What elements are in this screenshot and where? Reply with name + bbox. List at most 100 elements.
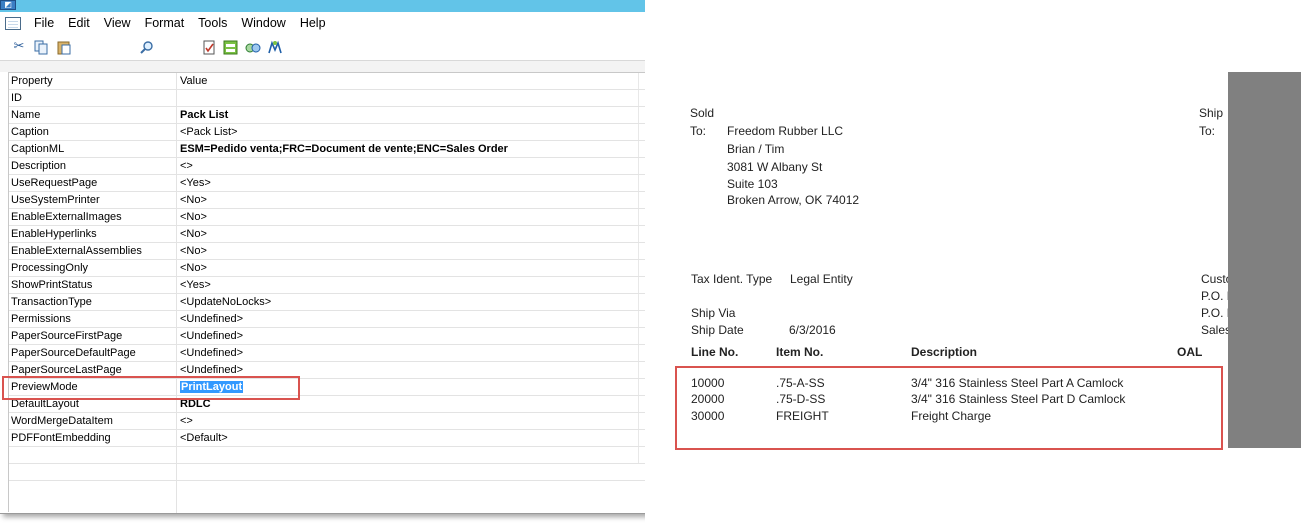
menu-bar: File Edit View Format Tools Window Help — [0, 13, 755, 33]
copy-icon[interactable] — [33, 39, 49, 55]
col-item-no: Item No. — [776, 345, 824, 359]
property-name: ShowPrintStatus — [11, 279, 93, 291]
property-column-header[interactable]: Property — [11, 73, 177, 89]
property-row-usesystemprinter[interactable]: UseSystemPrinter <No> — [9, 192, 754, 209]
property-name: UseSystemPrinter — [11, 194, 100, 206]
property-row-enableexternalimages[interactable]: EnableExternalImages <No> — [9, 209, 754, 226]
property-grid: Property Value ID Name Pack List Caption… — [8, 72, 754, 513]
empty-row — [9, 464, 754, 481]
property-name: PaperSourceDefaultPage — [11, 347, 136, 359]
property-row-captionml[interactable]: CaptionML ESM=Pedido venta;FRC=Document … — [9, 141, 754, 158]
property-row-description[interactable]: Description <> — [9, 158, 754, 175]
property-value[interactable]: <No> — [180, 192, 207, 208]
property-row-caption[interactable]: Caption <Pack List> — [9, 124, 754, 141]
menu-tools[interactable]: Tools — [191, 16, 234, 30]
menu-view[interactable]: View — [97, 16, 138, 30]
property-value[interactable]: <Yes> — [180, 277, 211, 293]
address-line: Broken Arrow, OK 74012 — [727, 193, 860, 207]
property-name: ID — [11, 92, 22, 104]
address-line: 3081 W Albany St — [727, 160, 823, 174]
tax-ident-label: Tax Ident. Type — [691, 272, 773, 286]
grid-header: Property Value — [9, 73, 754, 90]
property-row-papersourcefirstpage[interactable]: PaperSourceFirstPage <Undefined> — [9, 328, 754, 345]
previewmode-highlight-box — [2, 376, 300, 400]
col-description: Description — [911, 345, 978, 359]
sales-label: Sales — [1201, 323, 1232, 337]
property-value[interactable]: <> — [180, 158, 193, 174]
address-line: Brian / Tim — [727, 142, 785, 156]
property-row-showprintstatus[interactable]: ShowPrintStatus <Yes> — [9, 277, 754, 294]
property-value[interactable]: <No> — [180, 260, 207, 276]
property-value[interactable]: Pack List — [180, 107, 228, 123]
property-row-id[interactable]: ID — [9, 90, 754, 107]
ship-via-label: Ship Via — [691, 306, 736, 320]
property-value[interactable]: <Undefined> — [180, 311, 243, 327]
property-name: ProcessingOnly — [11, 262, 89, 274]
property-value[interactable]: <Default> — [180, 430, 228, 446]
menu-window[interactable]: Window — [234, 16, 292, 30]
connect-icon[interactable] — [267, 39, 283, 55]
property-row-name[interactable]: Name Pack List — [9, 107, 754, 124]
property-name: CaptionML — [11, 143, 65, 155]
menu-file[interactable]: File — [27, 16, 61, 30]
property-row-wordmergedataitem[interactable]: WordMergeDataItem <> — [9, 413, 754, 430]
property-row-enablehyperlinks[interactable]: EnableHyperlinks <No> — [9, 226, 754, 243]
value-column-header[interactable]: Value — [180, 73, 207, 89]
property-row-pdffontembedding[interactable]: PDFFontEmbedding <Default> — [9, 430, 754, 447]
property-row-enableexternalassemblies[interactable]: EnableExternalAssemblies <No> — [9, 243, 754, 260]
property-name: PDFFontEmbedding — [11, 432, 111, 444]
menu-help[interactable]: Help — [293, 16, 333, 30]
ship-date-value: 6/3/2016 — [789, 323, 836, 337]
ship-date-label: Ship Date — [691, 323, 744, 337]
property-value[interactable]: <Undefined> — [180, 328, 243, 344]
find-icon[interactable] — [138, 39, 154, 55]
property-value[interactable]: <> — [180, 413, 193, 429]
property-name: Permissions — [11, 313, 71, 325]
property-value[interactable]: <Yes> — [180, 175, 211, 191]
ship-to-label: To: — [1199, 124, 1216, 138]
paste-icon[interactable] — [56, 39, 72, 55]
link-icon[interactable] — [245, 39, 261, 55]
properties-icon[interactable] — [201, 39, 217, 55]
design-icon[interactable] — [222, 39, 238, 55]
property-row-permissions[interactable]: Permissions <Undefined> — [9, 311, 754, 328]
title-bar: ◩ — [0, 0, 645, 12]
property-row-processingonly[interactable]: ProcessingOnly <No> — [9, 260, 754, 277]
window-menu-icon[interactable] — [5, 16, 21, 30]
property-name: EnableExternalImages — [11, 211, 122, 223]
property-name: PaperSourceFirstPage — [11, 330, 123, 342]
property-name: Description — [11, 160, 67, 172]
property-value[interactable]: ESM=Pedido venta;FRC=Document de vente;E… — [180, 141, 508, 157]
property-name: WordMergeDataItem — [11, 415, 113, 427]
col-oal: OAL — [1177, 345, 1203, 359]
property-value[interactable]: <Undefined> — [180, 345, 243, 361]
property-name: EnableHyperlinks — [11, 228, 97, 240]
address-line: Freedom Rubber LLC — [727, 124, 844, 138]
property-value[interactable]: <Pack List> — [180, 124, 237, 140]
property-row-userequestpage[interactable]: UseRequestPage <Yes> — [9, 175, 754, 192]
menu-format[interactable]: Format — [138, 16, 192, 30]
report-properties-window: ◩ File Edit View Format Tools Window Hel… — [0, 0, 755, 514]
property-value[interactable]: <No> — [180, 243, 207, 259]
property-row-transactiontype[interactable]: TransactionType <UpdateNoLocks> — [9, 294, 754, 311]
sold-to-label: To: — [690, 124, 707, 138]
empty-row — [9, 447, 754, 464]
property-value[interactable]: <No> — [180, 209, 207, 225]
cut-icon[interactable]: ✂ — [11, 39, 27, 55]
property-value[interactable]: <UpdateNoLocks> — [180, 294, 271, 310]
app-system-icon[interactable]: ◩ — [0, 0, 16, 10]
gray-side-panel — [1228, 72, 1301, 448]
col-line-no: Line No. — [691, 345, 739, 359]
property-name: TransactionType — [11, 296, 92, 308]
sold-label: Sold — [690, 106, 715, 120]
property-value[interactable]: <No> — [180, 226, 207, 242]
property-name: UseRequestPage — [11, 177, 98, 189]
toolbar-divider — [0, 60, 755, 72]
ship-label: Ship — [1199, 106, 1224, 120]
menu-edit[interactable]: Edit — [61, 16, 97, 30]
property-row-papersourcedefaultpage[interactable]: PaperSourceDefaultPage <Undefined> — [9, 345, 754, 362]
property-name: EnableExternalAssemblies — [11, 245, 142, 257]
property-name: Caption — [11, 126, 49, 138]
address-line: Suite 103 — [727, 177, 778, 191]
property-name: Name — [11, 109, 41, 121]
